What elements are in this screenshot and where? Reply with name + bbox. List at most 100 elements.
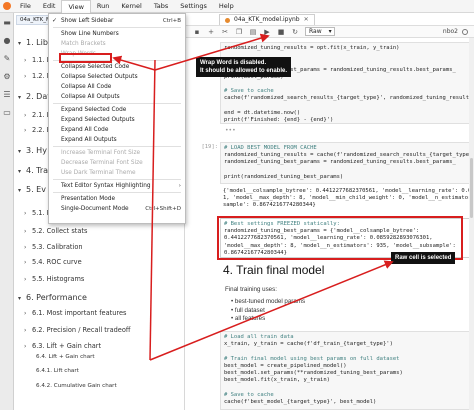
restart-icon[interactable]: ↻	[291, 28, 299, 36]
toc-item[interactable]: › 5.2. Collect stats	[24, 227, 87, 235]
scrollbar[interactable]	[469, 38, 474, 410]
toc-item[interactable]: 6.4. Lift + Gain chart	[28, 354, 95, 360]
view-menu-item[interactable]: Single-Document Mode Ctrl+Shift+D	[49, 204, 185, 214]
cut-icon[interactable]: ✂	[221, 28, 229, 36]
view-menu: ✓ Show Left Sidebar Ctrl+B Show Line Number…	[48, 13, 186, 224]
kernel-indicator[interactable]: nbo2	[443, 28, 468, 35]
property-inspector-icon[interactable]: ⚙	[0, 67, 14, 85]
menu-file[interactable]: File	[14, 0, 37, 13]
toc-caret-icon[interactable]: ▾	[18, 187, 26, 194]
view-menu-item[interactable]: Expand All Code	[49, 125, 185, 135]
toc-caret-icon[interactable]: ›	[24, 244, 32, 251]
stop-icon[interactable]: ■	[277, 28, 285, 36]
toc-caret-icon[interactable]: ›	[24, 327, 32, 334]
toc-item[interactable]: › 6.3. Lift + Gain chart	[24, 342, 101, 350]
menu-view[interactable]: View	[61, 0, 91, 13]
notebook-tab[interactable]: 04a_KTK_model.ipynb ✕	[219, 14, 315, 25]
view-menu-item[interactable]: Text Editor Syntax Highlighting ›	[49, 181, 185, 191]
code-cell-load-cache[interactable]: # LOAD BEST MODEL FROM CACHE randomized_t…	[220, 142, 470, 184]
menu-edit[interactable]: Edit	[37, 0, 62, 13]
toc-item[interactable]: ▾ 1. Lib	[18, 38, 48, 47]
toc-item[interactable]: ▾ 2. Dat	[18, 92, 50, 101]
view-menu-item-label: Expand Selected Outputs	[61, 117, 135, 123]
folder-icon[interactable]: ▬	[0, 13, 14, 31]
view-menu-item[interactable]: Collapse All Outputs	[49, 92, 185, 102]
toc-item[interactable]: ▾ 5. Ev	[18, 185, 46, 194]
close-tab-icon[interactable]: ✕	[304, 15, 309, 25]
menu-tabs[interactable]: Tabs	[148, 0, 174, 13]
menu-settings[interactable]: Settings	[174, 0, 213, 13]
toc-item[interactable]: ▾ 6. Performance	[18, 293, 87, 302]
view-menu-item[interactable]: Expand All Outputs	[49, 135, 185, 145]
toc-item-label: 6. Performance	[26, 293, 87, 302]
toc-item[interactable]: › 6.2. Precision / Recall tradeoff	[24, 326, 130, 334]
view-menu-item[interactable]: Expand Selected Code	[49, 105, 185, 115]
toc-item[interactable]: ▾ 4. Tra	[18, 166, 48, 175]
toc-caret-icon[interactable]: ›	[24, 127, 32, 134]
toc-item[interactable]: › 5.4. ROC curve	[24, 258, 82, 266]
section-list: best-tuned model params full dataset all…	[231, 298, 305, 324]
menu-separator	[53, 146, 181, 147]
activity-bar: ▬ ● ✎ ⚙ ☰ ▭	[0, 13, 14, 410]
view-menu-item-label: Increase Terminal Font Size	[61, 150, 141, 156]
menu-help[interactable]: Help	[213, 0, 240, 13]
view-menu-item-label: Use Dark Terminal Theme	[61, 170, 136, 176]
toc-caret-icon[interactable]: ›	[24, 73, 32, 80]
view-menu-item[interactable]: ✓ Show Left Sidebar Ctrl+B	[49, 16, 185, 26]
toc-item[interactable]: 6.4.2. Cumulative Gain chart	[28, 383, 117, 389]
view-menu-item[interactable]: Collapse Selected Outputs	[49, 72, 185, 82]
commands-icon[interactable]: ✎	[0, 49, 14, 67]
toc-item-label: 6.3. Lift + Gain chart	[32, 342, 102, 350]
code-line: {'model__colsample_bytree': 0.4412277682…	[223, 188, 474, 194]
scrollbar-thumb[interactable]	[470, 158, 473, 218]
toc-item[interactable]: 6.4.1. Lift chart	[28, 368, 79, 374]
paste-icon[interactable]: ▤	[249, 28, 257, 36]
add-cell-icon[interactable]: +	[207, 28, 215, 36]
list-item: full dataset	[231, 307, 305, 316]
view-menu-item-label: Expand All Outputs	[61, 137, 117, 143]
toc-caret-icon[interactable]: ›	[24, 276, 32, 283]
toc-caret-icon[interactable]: ▾	[18, 94, 26, 101]
menu-kernel[interactable]: Kernel	[115, 0, 147, 13]
toc-item[interactable]: ▾ 3. Hy	[18, 146, 47, 155]
collapsed-output-icon[interactable]: •••	[225, 127, 236, 134]
toc-caret-icon[interactable]: ▾	[18, 295, 26, 302]
view-menu-item: Use Dark Terminal Theme	[49, 168, 185, 178]
toc-item[interactable]: › 6.1. Most important features	[24, 309, 126, 317]
toc-caret-icon[interactable]: ▾	[18, 40, 26, 47]
cell-prompt: [19]:	[201, 144, 218, 150]
menu-run[interactable]: Run	[91, 0, 115, 13]
toc-caret-icon[interactable]: ›	[24, 112, 32, 119]
tabs-icon[interactable]: ▭	[0, 103, 14, 121]
view-menu-item[interactable]: Show Line Numbers	[49, 29, 185, 39]
toc-caret-icon[interactable]: ▾	[18, 168, 26, 175]
view-menu-item[interactable]: Collapse All Code	[49, 82, 185, 92]
toc-caret-icon[interactable]: ›	[24, 343, 32, 350]
toc-icon[interactable]: ☰	[0, 85, 14, 103]
toc-caret-icon[interactable]: ›	[24, 310, 32, 317]
code-line: print(f'Finished: {end} - {end}')	[224, 116, 334, 123]
run-icon[interactable]: ▶	[263, 28, 271, 36]
code-cell-final-model[interactable]: # Load all train data x_train, y_train = …	[220, 331, 470, 410]
toc-caret-icon[interactable]: ›	[24, 57, 32, 64]
kernel-name: nbo2	[442, 28, 458, 35]
cell-type-select[interactable]: Raw	[305, 27, 335, 36]
view-menu-item: Match Brackets	[49, 39, 185, 49]
toc-caret-icon[interactable]: ›	[24, 210, 32, 217]
toc-item[interactable]: › 5.3. Calibration	[24, 243, 83, 251]
running-icon[interactable]: ●	[0, 31, 14, 49]
toc-caret-icon[interactable]: ›	[24, 228, 32, 235]
view-menu-item[interactable]: Presentation Mode	[49, 194, 185, 204]
toc-item[interactable]: › 5.5. Histograms	[24, 275, 84, 283]
kernel-status-icon	[462, 28, 468, 35]
view-menu-item-label: Decrease Terminal Font Size	[61, 160, 143, 166]
callout-line: Wrap Word is disabled.	[200, 60, 267, 66]
toc-caret-icon[interactable]: ›	[24, 259, 32, 266]
copy-icon[interactable]: ❐	[235, 28, 243, 36]
code-cell-train[interactable]: randomized_tuning_results = opt.fit(x_tr…	[220, 42, 470, 124]
save-icon[interactable]: ▪	[193, 28, 201, 36]
toc-caret-icon[interactable]: ▾	[18, 148, 26, 155]
view-menu-item-label: Single-Document Mode	[61, 206, 129, 212]
view-menu-item[interactable]: Expand Selected Outputs	[49, 115, 185, 125]
view-menu-item[interactable]: Collapse Selected Code	[49, 62, 185, 72]
